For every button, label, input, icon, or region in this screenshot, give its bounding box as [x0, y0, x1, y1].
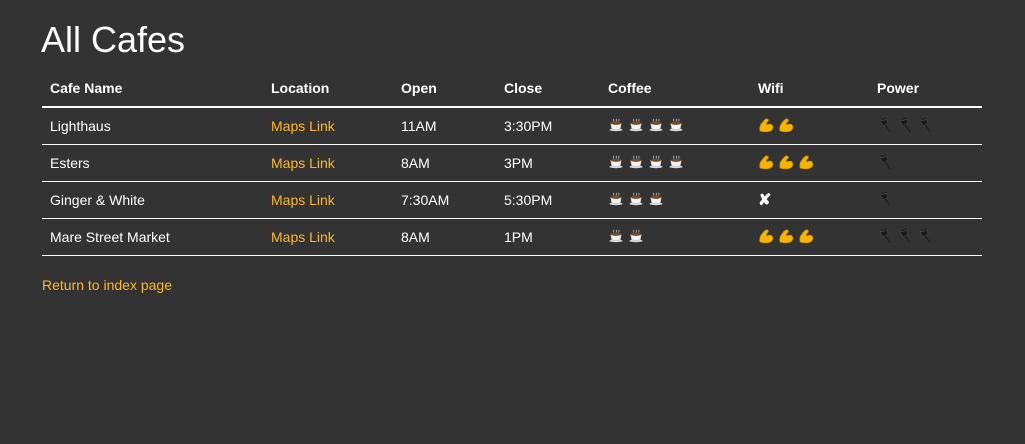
coffee-cup-icon	[668, 118, 684, 135]
return-to-index-link[interactable]: Return to index page	[42, 277, 172, 293]
header-power: Power	[869, 70, 982, 108]
coffee-rating-cell	[600, 144, 750, 182]
table-row: Lighthaus Maps Link 11AM 3:30PM	[42, 107, 982, 145]
flexed-bicep-icon	[758, 228, 774, 247]
cafes-table: Cafe Name Location Open Close Coffee Wif…	[42, 70, 982, 256]
open-time-cell: 7:30AM	[393, 181, 496, 219]
wifi-rating-cell	[750, 218, 869, 256]
header-wifi: Wifi	[750, 70, 869, 108]
flexed-bicep-icon	[798, 154, 814, 173]
wifi-rating-cell: ✘	[750, 181, 869, 219]
plug-icon	[917, 228, 933, 247]
table-row: Mare Street Market Maps Link 8AM 1PM	[42, 218, 982, 256]
coffee-rating-cell	[600, 107, 750, 145]
coffee-cup-icon	[648, 192, 664, 209]
plug-icon	[897, 228, 913, 247]
power-rating-cell	[869, 181, 982, 219]
maps-link[interactable]: Maps Link	[271, 118, 335, 134]
header-open: Open	[393, 70, 496, 108]
header-close: Close	[496, 70, 600, 108]
coffee-cup-icon	[608, 155, 624, 172]
close-time-cell: 5:30PM	[496, 181, 600, 219]
coffee-rating-cell	[600, 181, 750, 219]
power-rating-cell	[869, 218, 982, 256]
table-header-row: Cafe Name Location Open Close Coffee Wif…	[42, 70, 982, 108]
plug-icon	[877, 154, 893, 173]
location-cell: Maps Link	[263, 181, 393, 219]
close-time-cell: 3:30PM	[496, 107, 600, 145]
coffee-cup-icon	[608, 229, 624, 246]
close-time-cell: 1PM	[496, 218, 600, 256]
coffee-rating-cell	[600, 218, 750, 256]
cafe-name-cell: Lighthaus	[42, 107, 263, 145]
location-cell: Maps Link	[263, 218, 393, 256]
flexed-bicep-icon	[778, 117, 794, 136]
flexed-bicep-icon	[798, 228, 814, 247]
plug-icon	[897, 117, 913, 136]
open-time-cell: 8AM	[393, 218, 496, 256]
open-time-cell: 8AM	[393, 144, 496, 182]
power-rating-cell	[869, 144, 982, 182]
table-row: Ginger & White Maps Link 7:30AM 5:30PM ✘	[42, 181, 982, 219]
plug-icon	[877, 117, 893, 136]
header-location: Location	[263, 70, 393, 108]
coffee-cup-icon	[648, 155, 664, 172]
plug-icon	[877, 191, 893, 210]
cafe-name-cell: Ginger & White	[42, 181, 263, 219]
power-rating-cell	[869, 107, 982, 145]
no-wifi-cross-icon: ✘	[758, 192, 772, 209]
plug-icon	[877, 228, 893, 247]
cafe-name-cell: Mare Street Market	[42, 218, 263, 256]
wifi-rating-cell	[750, 107, 869, 145]
coffee-cup-icon	[628, 192, 644, 209]
coffee-cup-icon	[668, 155, 684, 172]
flexed-bicep-icon	[778, 228, 794, 247]
page: All Cafes Cafe Name Location Open Close …	[0, 0, 1025, 444]
cafe-name-cell: Esters	[42, 144, 263, 182]
location-cell: Maps Link	[263, 144, 393, 182]
header-coffee: Coffee	[600, 70, 750, 108]
coffee-cup-icon	[628, 229, 644, 246]
coffee-cup-icon	[628, 155, 644, 172]
header-cafe-name: Cafe Name	[42, 70, 263, 108]
table-body: Lighthaus Maps Link 11AM 3:30PM Esters M…	[42, 107, 982, 256]
page-title: All Cafes	[41, 19, 186, 60]
flexed-bicep-icon	[778, 154, 794, 173]
coffee-cup-icon	[648, 118, 664, 135]
close-time-cell: 3PM	[496, 144, 600, 182]
flexed-bicep-icon	[758, 117, 774, 136]
plug-icon	[917, 117, 933, 136]
maps-link[interactable]: Maps Link	[271, 229, 335, 245]
maps-link[interactable]: Maps Link	[271, 155, 335, 171]
maps-link[interactable]: Maps Link	[271, 192, 335, 208]
coffee-cup-icon	[608, 118, 624, 135]
coffee-cup-icon	[628, 118, 644, 135]
location-cell: Maps Link	[263, 107, 393, 145]
coffee-cup-icon	[608, 192, 624, 209]
open-time-cell: 11AM	[393, 107, 496, 145]
table-row: Esters Maps Link 8AM 3PM	[42, 144, 982, 182]
wifi-rating-cell	[750, 144, 869, 182]
flexed-bicep-icon	[758, 154, 774, 173]
